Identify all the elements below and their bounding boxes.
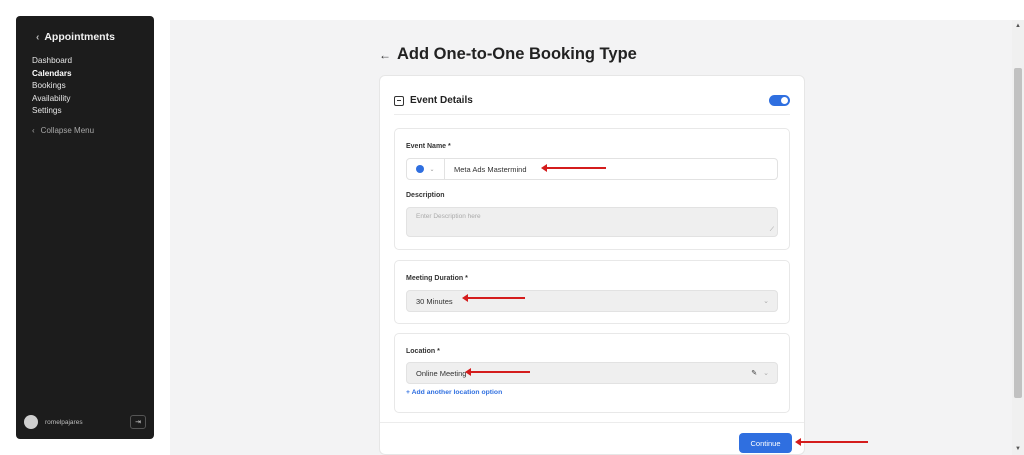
meeting-duration-section: Meeting Duration * 30 Minutes ⌄	[394, 260, 790, 324]
description-label: Description	[406, 192, 445, 199]
scroll-down-icon[interactable]: ▼	[1015, 446, 1021, 452]
sidebar-item-settings[interactable]: Settings	[32, 105, 72, 118]
chevron-down-icon: ⌄	[429, 166, 435, 173]
vertical-scrollbar[interactable]: ▲ ▼	[1012, 20, 1024, 455]
sidebar-item-calendars[interactable]: Calendars	[32, 68, 72, 81]
app-window: ‹ Appointments Dashboard Calendars Booki…	[0, 0, 1024, 455]
page-title: ← Add One-to-One Booking Type	[379, 45, 637, 64]
collapse-menu-button[interactable]: ‹ Collapse Menu	[32, 126, 94, 135]
location-section: Location * Online Meeting ✎ ⌄ + Add anot…	[394, 333, 790, 413]
event-details-card: Event Details Event Name * ⌄ Meta Ads Ma…	[379, 75, 805, 455]
annotation-arrow	[795, 438, 868, 446]
add-location-link[interactable]: + Add another location option	[406, 389, 502, 396]
location-select[interactable]: Online Meeting ✎ ⌄	[406, 362, 778, 384]
description-placeholder: Enter Description here	[416, 213, 481, 220]
avatar	[24, 415, 38, 429]
scroll-up-icon[interactable]: ▲	[1015, 23, 1021, 29]
card-header-title: Event Details	[394, 95, 473, 106]
main-content: ← Add One-to-One Booking Type Event Deta…	[170, 20, 1012, 455]
event-name-input[interactable]: Meta Ads Mastermind	[445, 165, 777, 174]
chevron-down-icon: ⌄	[763, 370, 769, 377]
user-profile[interactable]: romelpajares	[24, 415, 83, 429]
location-label: Location *	[406, 348, 440, 355]
sidebar-item-availability[interactable]: Availability	[32, 93, 72, 106]
duration-label: Meeting Duration *	[406, 275, 468, 282]
location-select-controls: ✎ ⌄	[751, 369, 769, 377]
event-info-section: Event Name * ⌄ Meta Ads Mastermind Descr…	[394, 128, 790, 250]
sidebar-nav: Dashboard Calendars Bookings Availabilit…	[32, 55, 72, 118]
sidebar-back-link[interactable]: ‹ Appointments	[36, 31, 115, 43]
sidebar: ‹ Appointments Dashboard Calendars Booki…	[16, 16, 154, 439]
chevron-left-icon: ‹	[32, 126, 35, 135]
scrollbar-thumb[interactable]	[1014, 68, 1022, 398]
chevron-down-icon: ⌄	[763, 298, 769, 305]
username-label: romelpajares	[45, 418, 83, 426]
event-enabled-toggle[interactable]	[769, 95, 790, 106]
chevron-left-icon: ‹	[36, 31, 40, 43]
collapse-menu-label: Collapse Menu	[40, 126, 95, 135]
calendar-icon	[394, 95, 404, 106]
event-name-field: ⌄ Meta Ads Mastermind	[406, 158, 778, 180]
annotation-arrow	[462, 294, 525, 302]
color-picker[interactable]: ⌄	[407, 159, 445, 179]
sidebar-back-label: Appointments	[44, 31, 115, 43]
duration-select-arrow: ⌄	[763, 297, 769, 305]
event-name-label: Event Name *	[406, 143, 451, 150]
annotation-arrow	[465, 368, 530, 376]
edit-pencil-icon[interactable]: ✎	[751, 369, 757, 377]
description-textarea[interactable]: Enter Description here ⟋	[406, 207, 778, 237]
annotation-arrow	[541, 164, 606, 172]
section-title: Event Details	[410, 95, 473, 106]
page-title-text: Add One-to-One Booking Type	[397, 45, 637, 63]
logout-button[interactable]: ⇥	[130, 415, 146, 429]
card-header: Event Details	[394, 93, 790, 115]
sidebar-item-dashboard[interactable]: Dashboard	[32, 55, 72, 68]
color-dot-icon	[416, 165, 425, 173]
resize-handle-icon[interactable]: ⟋	[770, 227, 774, 234]
back-arrow-icon[interactable]: ←	[379, 48, 391, 62]
sidebar-item-bookings[interactable]: Bookings	[32, 80, 72, 93]
location-value: Online Meeting	[416, 368, 467, 378]
card-footer-divider	[380, 422, 804, 423]
logout-icon: ⇥	[135, 419, 141, 426]
continue-button[interactable]: Continue	[739, 433, 792, 453]
